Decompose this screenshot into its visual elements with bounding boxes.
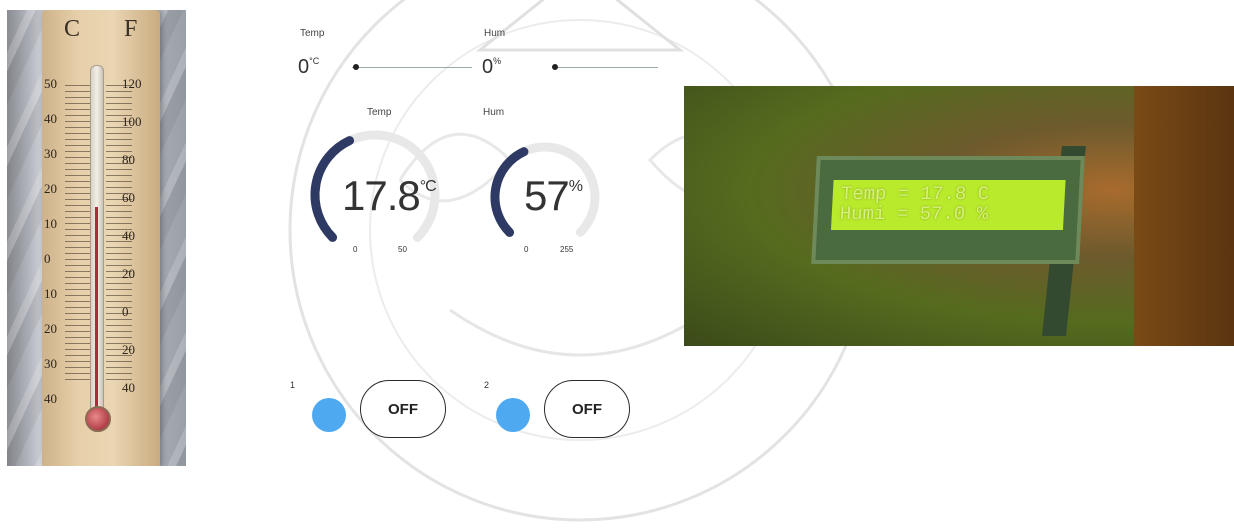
hum-slider-knob[interactable] — [552, 64, 558, 70]
temp-slider-knob[interactable] — [353, 64, 359, 70]
celsius-tick: 20 — [44, 321, 57, 336]
fahrenheit-tick: 20 — [122, 266, 135, 281]
temp-top-value: 0°C — [298, 56, 320, 78]
control-2-led — [496, 398, 530, 432]
hum-gauge-min: 0 — [524, 245, 529, 254]
control-2-off-button[interactable]: OFF — [544, 380, 630, 438]
hum-gauge-label: Hum — [483, 107, 505, 118]
celsius-tick: 30 — [44, 356, 57, 371]
control-1-led — [312, 398, 346, 432]
lcd-line-2: Humi = 57.0 % — [839, 203, 989, 225]
celsius-tick: 10 — [44, 216, 57, 231]
temp-gauge-value: 17.8°C — [342, 172, 437, 219]
fahrenheit-tick: 20 — [122, 342, 135, 357]
celsius-scale — [65, 85, 91, 385]
temp-gauge-label: Temp — [367, 107, 392, 118]
temp-gauge-min: 0 — [353, 245, 358, 254]
lcd-photo: Temp = 17.8 C Humi = 57.0 % — [684, 86, 1234, 346]
control-1-number: 1 — [290, 380, 296, 390]
fahrenheit-tick: 80 — [122, 152, 135, 167]
fahrenheit-tick: 0 — [122, 304, 129, 319]
hum-gauge-max: 255 — [560, 245, 574, 254]
iot-dashboard: Temp 0°C Hum 0% Temp 17.8°C 0 50 Hum 57%… — [290, 12, 675, 466]
celsius-tick: 20 — [44, 181, 57, 196]
hum-top-label: Hum — [484, 28, 506, 39]
fahrenheit-tick: 120 — [122, 76, 142, 91]
lcd-line-1: Temp = 17.8 C — [840, 183, 990, 205]
celsius-label: C — [64, 16, 81, 42]
temp-slider[interactable] — [352, 67, 472, 68]
celsius-tick: 40 — [44, 111, 57, 126]
celsius-tick: 50 — [44, 76, 57, 91]
temp-gauge-max: 50 — [398, 245, 407, 254]
lcd-screen: Temp = 17.8 C Humi = 57.0 % — [830, 180, 1066, 230]
control-1-off-button[interactable]: OFF — [360, 380, 446, 438]
celsius-tick: 0 — [44, 251, 51, 266]
fahrenheit-tick: 40 — [122, 228, 135, 243]
thermometer-bulb — [85, 406, 111, 432]
temp-top-label: Temp — [300, 28, 325, 39]
thermometer-board: C F 50 40 30 20 10 0 10 20 30 40 120 100 80 60 40 20 0 2… — [42, 10, 160, 466]
celsius-tick: 10 — [44, 286, 57, 301]
hum-gauge-value: 57% — [524, 172, 583, 219]
fahrenheit-tick: 100 — [122, 114, 142, 129]
hum-slider[interactable] — [552, 67, 658, 68]
thermometer-photo: C F 50 40 30 20 10 0 10 20 30 40 120 100 80 60 40 20 0 2… — [7, 10, 186, 466]
lcd-module: Temp = 17.8 C Humi = 57.0 % — [811, 156, 1085, 264]
control-2-number: 2 — [484, 380, 490, 390]
fahrenheit-label: F — [124, 16, 138, 42]
mercury-column — [95, 207, 98, 418]
hum-gauge-fill — [490, 147, 529, 237]
hum-top-value: 0% — [482, 56, 502, 78]
fahrenheit-tick: 60 — [122, 190, 135, 205]
celsius-tick: 30 — [44, 146, 57, 161]
celsius-tick: 40 — [44, 391, 57, 406]
fahrenheit-tick: 40 — [122, 380, 135, 395]
